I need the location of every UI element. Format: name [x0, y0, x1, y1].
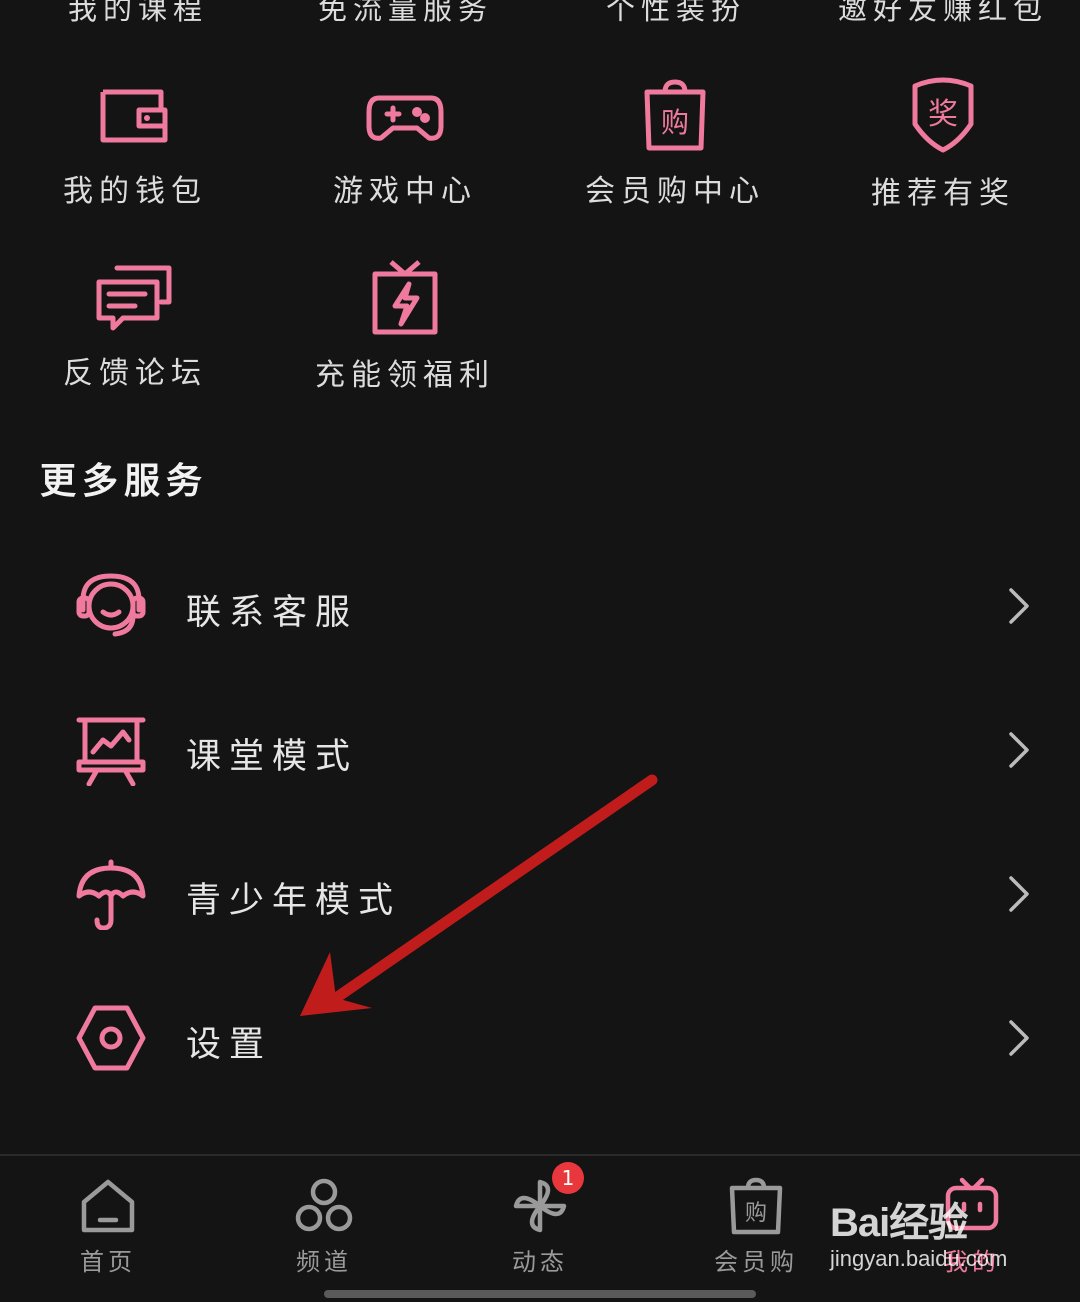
notification-badge: 1 — [552, 1162, 584, 1194]
baidu-jingyan-watermark: Bai经验 jingyan.baidu.com — [830, 1190, 1007, 1272]
watermark-line2: jingyan.baidu.com — [830, 1246, 1008, 1271]
svg-text:购: 购 — [745, 1201, 767, 1226]
tab-label: 频道 — [296, 1248, 352, 1276]
home-indicator[interactable] — [324, 1290, 756, 1298]
tab-home[interactable]: 首页 — [48, 1176, 168, 1277]
tab-vip-shop[interactable]: 购 会员购 — [696, 1176, 816, 1277]
tab-label: 会员购 — [714, 1248, 798, 1276]
tab-label: 动态 — [512, 1248, 568, 1276]
annotation-arrow — [300, 774, 658, 1016]
watermark-line1: Bai经验 — [830, 1201, 968, 1245]
home-icon — [81, 1179, 135, 1233]
channel-circles-icon — [295, 1178, 353, 1232]
tab-channel[interactable]: 频道 — [264, 1176, 384, 1277]
tab-label: 首页 — [80, 1248, 136, 1276]
tab-dynamics[interactable]: 动态 — [480, 1176, 600, 1277]
shopping-bag-icon: 购 — [729, 1177, 783, 1235]
